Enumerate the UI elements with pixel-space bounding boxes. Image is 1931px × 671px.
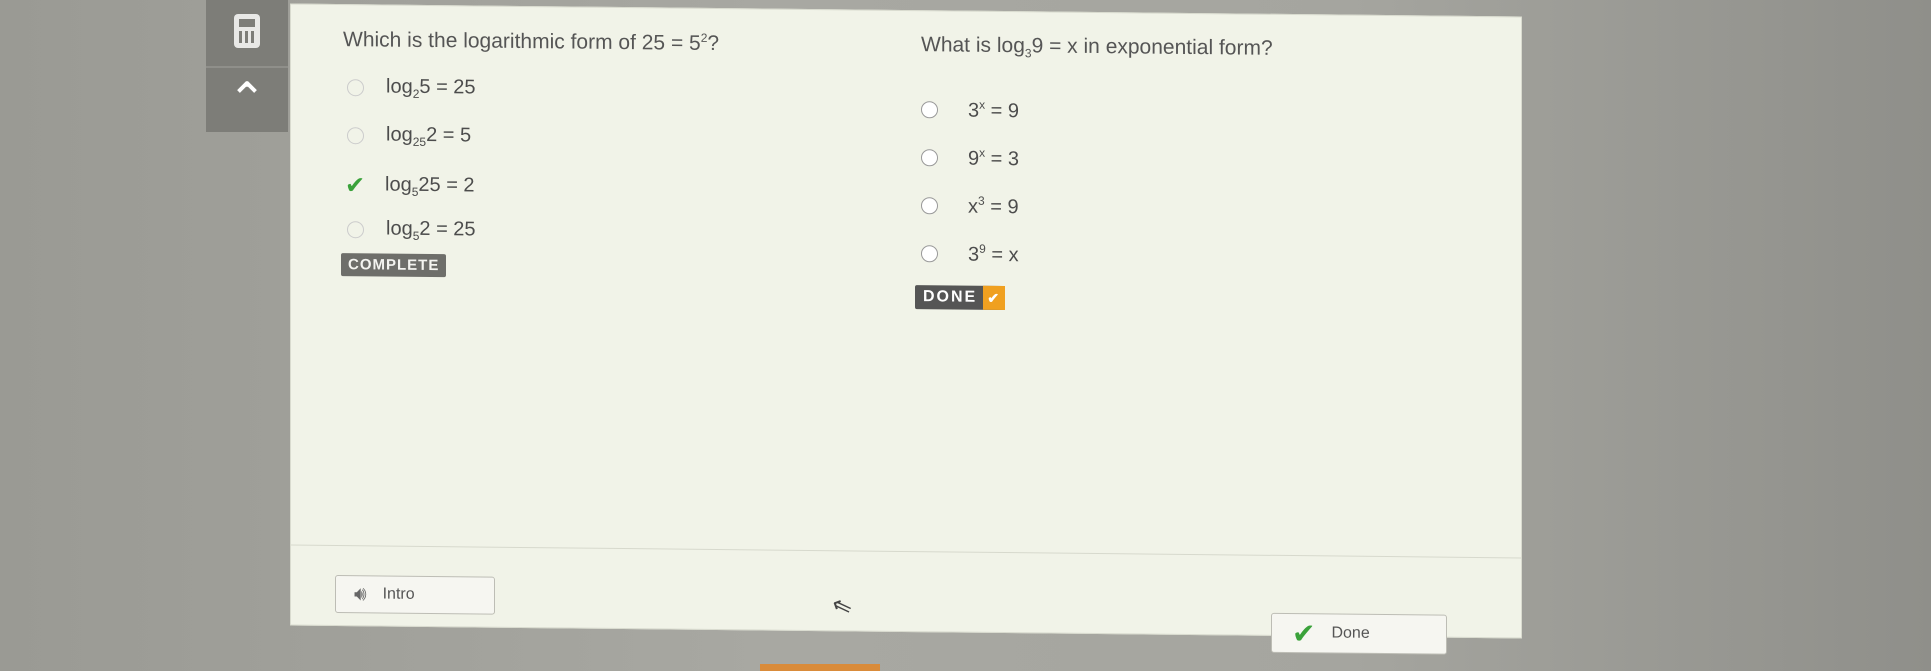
option-post: = 9 xyxy=(985,99,1020,123)
calculator-button[interactable] xyxy=(206,0,288,62)
option-base: 3 xyxy=(968,243,980,266)
question1-option-2[interactable]: log252 = 5 xyxy=(347,123,471,149)
option-pre: log xyxy=(386,217,413,240)
option-text: log525 = 2 xyxy=(385,174,475,200)
taskbar-indicator xyxy=(760,664,880,671)
question2-option-1[interactable]: 3x = 9 xyxy=(921,97,1019,123)
radio-button[interactable] xyxy=(921,149,938,167)
option-text: 3x = 9 xyxy=(968,98,1019,124)
radio-button[interactable] xyxy=(347,127,364,145)
question1-option-1[interactable]: log25 = 25 xyxy=(347,75,476,101)
option-sub: 25 xyxy=(412,134,427,149)
done-button[interactable]: ✔ Done xyxy=(1271,612,1447,655)
option-post: 5 = 25 xyxy=(419,75,476,99)
option-base: 3 xyxy=(968,99,980,122)
option-base: 9 xyxy=(968,147,980,170)
option-post: 25 = 2 xyxy=(418,173,475,197)
option-text: 39 = x xyxy=(968,242,1019,268)
question1-prompt: Which is the logarithmic form of 25 = 52… xyxy=(343,27,719,56)
checkmark-icon: ✔ xyxy=(345,172,366,200)
option-sup: 9 xyxy=(979,241,986,256)
up-arrow-icon: ⌃ xyxy=(227,73,267,125)
radio-button[interactable] xyxy=(921,101,938,119)
question2-prompt-prefix: What is log xyxy=(921,33,1025,58)
option-text: x3 = 9 xyxy=(968,194,1019,220)
question1-prompt-suffix: ? xyxy=(707,31,720,56)
checkmark-icon: ✔ xyxy=(1292,617,1316,649)
option-post: 2 = 5 xyxy=(426,123,472,147)
option-pre: log xyxy=(385,173,412,196)
option-post: = 3 xyxy=(985,147,1020,171)
option-post: = 9 xyxy=(984,195,1019,219)
intro-button[interactable]: 🔊︎ Intro xyxy=(335,575,495,615)
option-pre: log xyxy=(386,75,413,98)
radio-button[interactable] xyxy=(347,221,364,239)
footer-divider xyxy=(291,544,1521,559)
question2-option-4[interactable]: 39 = x xyxy=(921,241,1019,267)
question-panel: Which is the logarithmic form of 25 = 5 2… xyxy=(290,3,1522,655)
question2-prompt-sub: 3 xyxy=(1024,46,1032,61)
question1-option-3[interactable]: ✔ log525 = 2 xyxy=(345,171,475,201)
option-text: log25 = 25 xyxy=(386,76,476,102)
option-text: 9x = 3 xyxy=(968,146,1019,172)
option-text: log252 = 5 xyxy=(386,124,471,150)
status-badge-done: DONE ✔ xyxy=(915,285,1006,311)
collapse-button[interactable]: ⌃ xyxy=(206,66,288,130)
done-label: Done xyxy=(1331,624,1370,642)
option-sup: 3 xyxy=(978,193,985,208)
question1-option-4[interactable]: log52 = 25 xyxy=(347,217,476,243)
option-pre: log xyxy=(386,123,413,146)
question2-prompt-suffix: 9 = x in exponential form? xyxy=(1031,34,1273,60)
checkmark-icon: ✔ xyxy=(983,285,1006,311)
speaker-icon: 🔊︎ xyxy=(354,582,367,605)
status-badge-label: DONE xyxy=(923,288,978,306)
question2-option-2[interactable]: 9x = 3 xyxy=(921,145,1019,171)
question1-prompt-prefix: Which is the logarithmic form of 25 = 5 xyxy=(343,28,701,55)
calculator-icon xyxy=(234,14,260,48)
option-text: log52 = 25 xyxy=(386,218,476,244)
option-post: = x xyxy=(985,243,1019,267)
radio-button[interactable] xyxy=(921,245,938,263)
status-badge-complete: COMPLETE xyxy=(341,253,447,278)
radio-button[interactable] xyxy=(347,79,364,97)
question2-option-3[interactable]: x3 = 9 xyxy=(921,193,1019,219)
radio-button[interactable] xyxy=(921,197,938,215)
question2-prompt: What is log39 = x in exponential form? xyxy=(921,33,1273,63)
option-post: 2 = 25 xyxy=(419,217,476,241)
intro-label: Intro xyxy=(382,585,415,603)
option-base: x xyxy=(968,195,978,218)
side-toolbar: ⌃ xyxy=(206,0,288,132)
